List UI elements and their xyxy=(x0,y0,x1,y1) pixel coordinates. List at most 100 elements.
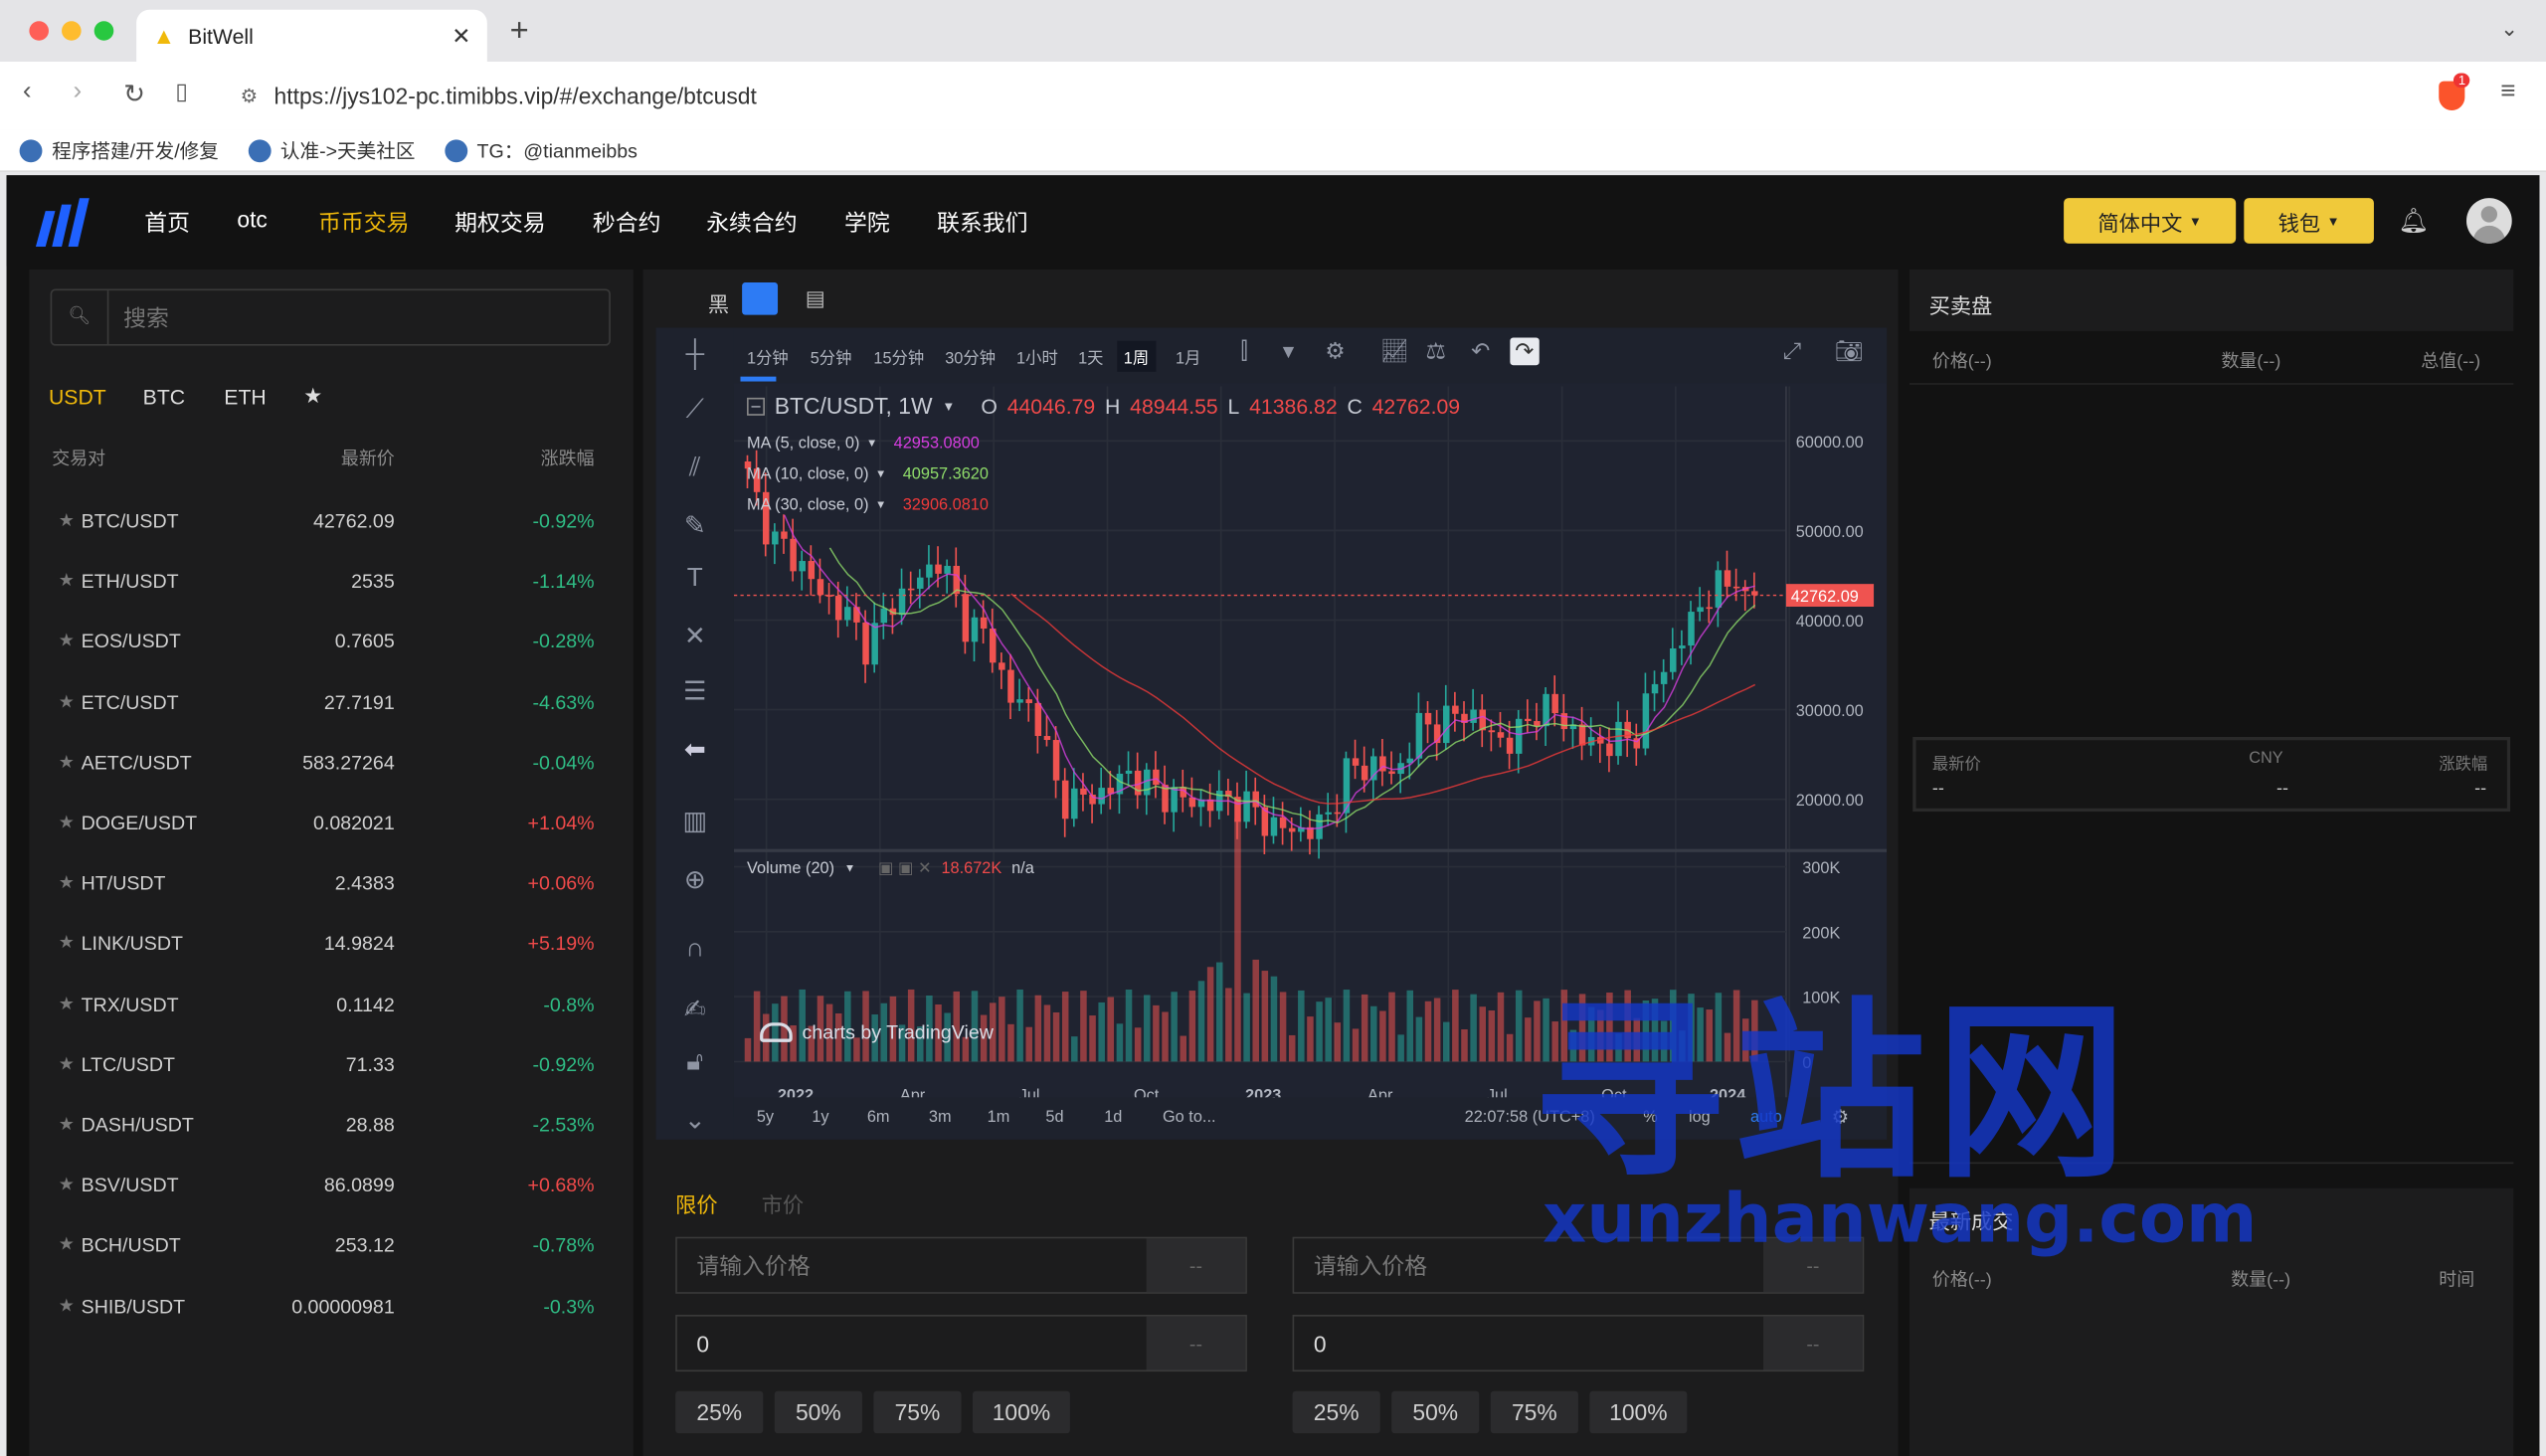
tab-usdt[interactable]: USDT xyxy=(49,385,106,409)
range-6[interactable]: 1d xyxy=(1104,1109,1122,1127)
star-icon[interactable]: ★ xyxy=(59,1174,75,1195)
market-row[interactable]: ★ SHIB/USDT 0.00000981 -0.3% xyxy=(29,1275,630,1335)
pct-25-button[interactable]: 25% xyxy=(675,1390,764,1434)
market-row[interactable]: ★ ETC/USDT 27.7191 -4.63% xyxy=(29,671,630,731)
bookmark-item[interactable]: 程序搭建/开发/修复 xyxy=(19,136,219,164)
lock-icon[interactable]: 🔓︎ xyxy=(678,1048,711,1077)
market-row[interactable]: ★ DASH/USDT 28.88 -2.53% xyxy=(29,1094,630,1154)
market-row[interactable]: ★ DOGE/USDT 0.082021 +1.04% xyxy=(29,792,630,851)
ma-legend-item[interactable]: MA (30, close, 0) ▼ 32906.0810 xyxy=(747,490,989,521)
back-icon[interactable]: ‹ xyxy=(23,78,32,106)
interval-6[interactable]: 1周 xyxy=(1117,340,1156,372)
text-icon[interactable]: T xyxy=(678,565,711,594)
undo-icon[interactable]: ↶ xyxy=(1471,337,1490,365)
nav-spot[interactable]: 币币交易 xyxy=(318,206,409,239)
ma-legend-item[interactable]: MA (10, close, 0) ▼ 40957.3620 xyxy=(747,459,989,490)
bell-icon[interactable]: 🔔︎ xyxy=(2398,206,2429,236)
star-icon[interactable]: ★ xyxy=(59,932,75,954)
brush-icon[interactable]: ✎ xyxy=(678,509,711,542)
volume-label[interactable]: Volume (20) xyxy=(747,860,834,878)
new-tab-icon[interactable]: + xyxy=(510,13,529,51)
lock-drawing-icon[interactable]: ✍ xyxy=(678,994,711,1026)
crosshair-icon[interactable]: ┼ xyxy=(678,341,711,370)
indicator-settings-icon[interactable]: ▣ ▣ ✕ xyxy=(878,860,932,878)
caret-down-icon[interactable]: ▼ xyxy=(942,399,955,414)
star-icon[interactable]: ★ xyxy=(59,1114,75,1135)
range-7[interactable]: Go to... xyxy=(1163,1109,1216,1127)
chart-symbol[interactable]: BTC/USDT, 1W xyxy=(775,393,933,419)
indicators-icon[interactable]: 📈︎ xyxy=(1380,337,1409,365)
market-row[interactable]: ★ AETC/USDT 583.27264 -0.04% xyxy=(29,732,630,792)
tab-limit[interactable]: 限价 xyxy=(675,1188,717,1219)
tab-market[interactable]: 市价 xyxy=(762,1188,804,1219)
pct-75-button[interactable]: 75% xyxy=(873,1390,962,1434)
candle-type-icon[interactable]: ⫿ xyxy=(1240,337,1247,365)
search-input[interactable] xyxy=(123,299,595,336)
range-4[interactable]: 1m xyxy=(988,1109,1010,1127)
address-bar[interactable]: ⚙ https://jys102-pc.timibbs.vip/#/exchan… xyxy=(224,71,2420,120)
ma-legend-item[interactable]: MA (5, close, 0) ▼ 42953.0800 xyxy=(747,429,989,459)
brand-logo-icon[interactable] xyxy=(33,198,91,248)
star-icon[interactable]: ★ xyxy=(59,993,75,1014)
market-row[interactable]: ★ BCH/USDT 253.12 -0.78% xyxy=(29,1214,630,1274)
close-window-icon[interactable] xyxy=(29,21,49,41)
chevron-down-icon[interactable]: ⌄ xyxy=(678,1104,711,1137)
settings-icon[interactable]: ⚙ xyxy=(1832,1105,1850,1128)
pct-50-button[interactable]: 50% xyxy=(774,1390,862,1434)
pct-75-button[interactable]: 75% xyxy=(1490,1390,1578,1434)
range-5[interactable]: 5d xyxy=(1045,1109,1063,1127)
bookmark-icon[interactable]: ▯ xyxy=(175,78,188,105)
site-info-icon[interactable]: ⚙ xyxy=(241,85,259,107)
market-row[interactable]: ★ BTC/USDT 42762.09 -0.92% xyxy=(29,490,630,550)
pct-100-button[interactable]: 100% xyxy=(1589,1390,1688,1434)
interval-3[interactable]: 30分钟 xyxy=(939,341,1002,372)
market-row[interactable]: ★ LTC/USDT 71.33 -0.92% xyxy=(29,1033,630,1093)
interval-1[interactable]: 5分钟 xyxy=(804,341,858,372)
range-1[interactable]: 1y xyxy=(812,1109,828,1127)
notes-icon[interactable]: ▤ xyxy=(806,285,825,311)
star-icon[interactable]: ★ xyxy=(59,509,75,531)
market-row[interactable]: ★ ETH/USDT 2535 -1.14% xyxy=(29,551,630,611)
interval-2[interactable]: 15分钟 xyxy=(867,341,931,372)
scale-2[interactable]: auto xyxy=(1750,1109,1782,1127)
avatar[interactable] xyxy=(2465,198,2512,244)
tab-favorites[interactable]: ★ xyxy=(303,383,322,409)
nav-perpetual[interactable]: 永续合约 xyxy=(706,206,797,239)
bookmark-item[interactable]: 认准->天美社区 xyxy=(248,136,415,164)
browser-tab[interactable]: ▲ BitWell ✕ xyxy=(136,9,487,63)
pct-50-button[interactable]: 50% xyxy=(1391,1390,1480,1434)
back-arrow-icon[interactable]: ⬅ xyxy=(678,734,711,767)
zoom-in-icon[interactable]: ⊕ xyxy=(678,863,711,896)
scale-0[interactable]: % xyxy=(1643,1109,1658,1127)
nav-home[interactable]: 首页 xyxy=(144,206,190,239)
star-icon[interactable]: ★ xyxy=(59,872,75,893)
star-icon[interactable]: ★ xyxy=(59,1234,75,1256)
star-icon[interactable]: ★ xyxy=(59,1295,75,1316)
language-button[interactable]: 简体中文 ▼ xyxy=(2064,198,2237,244)
fullscreen-icon[interactable]: ⤢ xyxy=(1783,337,1801,365)
fib-icon[interactable]: ⫽ xyxy=(678,455,711,483)
star-icon[interactable]: ★ xyxy=(59,570,75,592)
market-row[interactable]: ★ EOS/USDT 0.7605 -0.28% xyxy=(29,611,630,670)
compare-icon[interactable]: ⚖ xyxy=(1425,337,1446,365)
market-row[interactable]: ★ BSV/USDT 86.0899 +0.68% xyxy=(29,1155,630,1214)
star-icon[interactable]: ★ xyxy=(59,1053,75,1075)
range-2[interactable]: 6m xyxy=(867,1109,890,1127)
star-icon[interactable]: ★ xyxy=(59,631,75,652)
market-row[interactable]: ★ HT/USDT 2.4383 +0.06% xyxy=(29,852,630,912)
star-icon[interactable]: ★ xyxy=(59,751,75,773)
search-box[interactable]: 🔍︎ xyxy=(50,288,611,346)
trendline-icon[interactable]: ⟋ xyxy=(678,396,711,425)
range-0[interactable]: 5y xyxy=(757,1109,774,1127)
reload-icon[interactable]: ↻ xyxy=(123,78,145,110)
magnet-icon[interactable]: ∩ xyxy=(678,935,711,964)
nav-otc[interactable]: otc xyxy=(237,206,268,232)
wallet-button[interactable]: 钱包 ▼ xyxy=(2244,198,2374,244)
nav-second-contract[interactable]: 秒合约 xyxy=(593,206,661,239)
range-3[interactable]: 3m xyxy=(929,1109,952,1127)
tab-btc[interactable]: BTC xyxy=(143,385,185,409)
forward-icon[interactable]: › xyxy=(73,78,82,106)
redo-icon[interactable]: ↷ xyxy=(1510,337,1540,366)
menu-icon[interactable]: ≡ xyxy=(2500,78,2515,106)
nav-options[interactable]: 期权交易 xyxy=(455,206,545,239)
